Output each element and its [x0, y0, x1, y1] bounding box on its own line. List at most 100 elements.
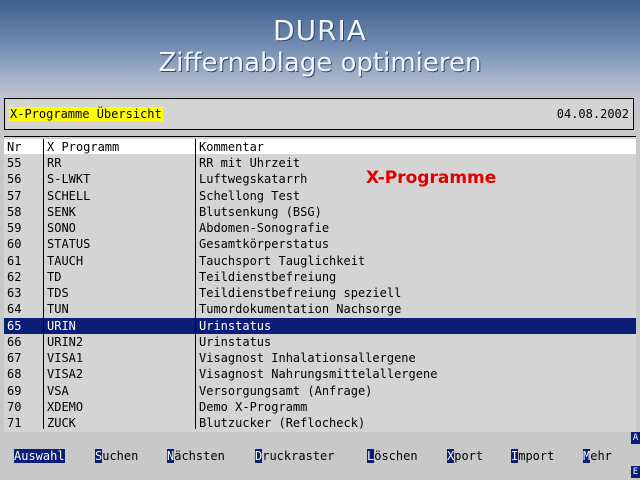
table-row[interactable]: 56 S-LWKT Luftwegskatarrh: [4, 171, 636, 187]
menu-item-suchen[interactable]: Suchen: [95, 448, 138, 464]
menu-label: ruckraster: [262, 449, 335, 463]
row-comment: Abdomen-Sonografie: [199, 221, 330, 235]
table-row[interactable]: 57 SCHELL Schellong Test: [4, 188, 636, 204]
row-nr: 58: [7, 204, 22, 219]
table-row[interactable]: 58 SENK Blutsenkung (BSG): [4, 204, 636, 220]
app-title: DURIA: [273, 14, 367, 47]
column-divider: [43, 139, 44, 429]
row-comment: Blutzucker (Reflocheck): [199, 416, 366, 430]
menu-item-druckraster[interactable]: Druckraster: [255, 448, 334, 464]
menu-item-nächsten[interactable]: Nächsten: [167, 448, 225, 464]
menu-item-xport[interactable]: Xport: [447, 448, 483, 464]
row-nr: 56: [7, 172, 22, 187]
table-row[interactable]: 63 TDS Teildienstbefreiung speziell: [4, 285, 636, 301]
date-display: 04.08.2002: [556, 107, 629, 121]
row-program: TAUCH: [47, 253, 84, 268]
row-nr: 59: [7, 221, 22, 235]
menu-item-mehr[interactable]: Mehr: [583, 448, 612, 464]
row-nr: 71: [7, 416, 22, 430]
row-program: URIN2: [47, 334, 84, 349]
table-row[interactable]: 70 XDEMO Demo X-Programm: [4, 399, 636, 415]
bottom-menu-bar: Auswahl Suchen Nächsten Druckraster Löschen X…: [0, 446, 640, 466]
row-comment: Urinstatus: [199, 318, 272, 333]
row-comment: Demo X-Programm: [199, 399, 308, 414]
row-program: RR: [47, 156, 62, 170]
row-comment: Visagnost Nahrungsmittelallergene: [199, 367, 438, 382]
menu-label: uswahl: [21, 449, 65, 463]
row-comment: Versorgungsamt (Anfrage): [199, 383, 373, 398]
column-header-comment[interactable]: Kommentar: [199, 139, 264, 155]
row-nr: 66: [7, 334, 22, 349]
row-comment: Tumordokumentation Nachsorge: [199, 302, 402, 317]
menu-item-import[interactable]: Import: [511, 448, 554, 464]
row-nr: 63: [7, 286, 22, 300]
table-row[interactable]: 67 VISA1 Visagnost Inhalationsallergene: [4, 350, 636, 366]
row-nr: 70: [7, 399, 22, 414]
row-nr: 68: [7, 367, 22, 382]
table-row[interactable]: 69 VSA Versorgungsamt (Anfrage): [4, 383, 636, 399]
row-program: VSA: [47, 383, 69, 398]
row-program: URIN: [47, 318, 76, 333]
row-program: STATUS: [47, 237, 91, 252]
row-comment: Teildienstbefreiung speziell: [199, 286, 402, 300]
row-nr: 55: [7, 156, 22, 170]
menu-label: uchen: [102, 449, 139, 463]
row-comment: Blutsenkung (BSG): [199, 204, 322, 219]
row-program: TDS: [47, 286, 69, 300]
row-nr: 67: [7, 351, 22, 365]
row-program: S-LWKT: [47, 172, 91, 187]
column-divider: [195, 139, 196, 429]
row-program: TD: [47, 269, 62, 284]
row-program: ZUCK: [47, 416, 76, 430]
overview-label: X-Programme Übersicht: [9, 107, 163, 121]
row-program: XDEMO: [47, 399, 84, 414]
row-nr: 65: [7, 318, 22, 333]
menu-label: mport: [518, 449, 555, 463]
row-comment: RR mit Uhrzeit: [199, 156, 301, 170]
title-block: DURIA Ziffernablage optimieren: [0, 14, 640, 78]
side-button-e[interactable]: E: [631, 466, 640, 478]
column-header-nr[interactable]: Nr: [7, 139, 21, 155]
row-comment: Schellong Test: [199, 188, 301, 203]
table-row[interactable]: 61 TAUCH Tauchsport Tauglichkeit: [4, 253, 636, 269]
menu-label: port: [454, 449, 484, 463]
program-table: Nr X Programm Kommentar 55 RR RR mit Uhrze…: [4, 136, 636, 432]
table-row[interactable]: 68 VISA2 Visagnost Nahrungsmittelallergene: [4, 366, 636, 382]
x-programme-overlay-label: X-Programme: [366, 168, 497, 188]
table-row[interactable]: 64 TUN Tumordokumentation Nachsorge: [4, 301, 636, 317]
table-row[interactable]: 59 SONO Abdomen-Sonografie: [4, 220, 636, 236]
row-nr: 69: [7, 383, 22, 398]
row-comment: Gesamtkörperstatus: [199, 237, 330, 252]
row-program: TUN: [47, 302, 69, 317]
table-header: Nr X Programm Kommentar: [4, 139, 636, 154]
row-comment: Teildienstbefreiung: [199, 269, 337, 284]
side-button-a[interactable]: A: [631, 432, 640, 444]
row-program: VISA1: [47, 351, 84, 365]
table-row[interactable]: 55 RR RR mit Uhrzeit: [4, 155, 636, 171]
app-subtitle: Ziffernablage optimieren: [158, 48, 482, 78]
row-comment: Luftwegskatarrh: [199, 172, 308, 187]
row-nr: 64: [7, 302, 22, 317]
table-row[interactable]: 65 URIN Urinstatus: [4, 317, 636, 334]
menu-label: öschen: [374, 449, 418, 463]
row-program: SONO: [47, 221, 76, 235]
row-nr: 61: [7, 253, 22, 268]
row-nr: 57: [7, 188, 22, 203]
menu-label: ehr: [590, 449, 612, 463]
table-row[interactable]: 66 URIN2 Urinstatus: [4, 334, 636, 350]
column-header-program[interactable]: X Programm: [47, 139, 119, 155]
table-row[interactable]: 62 TD Teildienstbefreiung: [4, 269, 636, 285]
menu-item-auswahl[interactable]: Auswahl: [14, 448, 65, 464]
row-program: VISA2: [47, 367, 84, 382]
table-row[interactable]: 71 ZUCK Blutzucker (Reflocheck): [4, 415, 636, 431]
header-panel: X-Programme Übersicht 04.08.2002: [4, 98, 634, 130]
table-row[interactable]: 60 STATUS Gesamtkörperstatus: [4, 236, 636, 252]
row-comment: Urinstatus: [199, 334, 272, 349]
row-nr: 62: [7, 269, 22, 284]
row-comment: Visagnost Inhalationsallergene: [199, 351, 416, 365]
row-program: SCHELL: [47, 188, 91, 203]
row-nr: 60: [7, 237, 22, 252]
row-program: SENK: [47, 204, 76, 219]
menu-item-löschen[interactable]: Löschen: [367, 448, 418, 464]
row-comment: Tauchsport Tauglichkeit: [199, 253, 366, 268]
